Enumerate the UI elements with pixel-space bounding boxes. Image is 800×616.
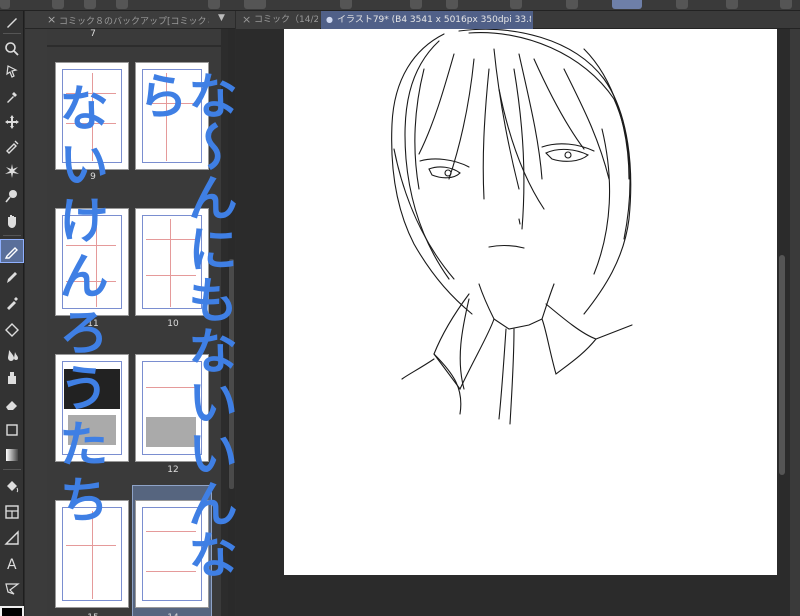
transform-icon[interactable] (410, 0, 422, 9)
page-manager-tab-label: コミック８のバックアップ[コミック８ (59, 17, 209, 27)
settings-icon[interactable] (566, 0, 578, 9)
balloon-icon[interactable] (1, 577, 23, 599)
canvas-scrollbar[interactable] (777, 29, 786, 616)
blend-icon[interactable] (1, 344, 23, 366)
page-thumbnail[interactable] (135, 208, 209, 316)
page-thumbnail[interactable] (55, 208, 129, 316)
frame-border-icon[interactable] (1, 501, 23, 523)
page-thumbnail[interactable] (135, 354, 209, 462)
tab-comic-label: コミック（14/22 (254, 15, 318, 25)
save-icon[interactable] (116, 0, 128, 9)
page-number: 11 (87, 319, 99, 329)
canvas-area[interactable] (236, 28, 800, 616)
app-window: A × コミック８のバックアップ[コミック８ ▼ 7 9 11 10 12 × … (0, 0, 800, 616)
eraser-block-icon[interactable] (1, 318, 23, 340)
zoom-icon[interactable] (1, 38, 23, 60)
drawing-canvas[interactable] (284, 28, 777, 575)
move-icon[interactable] (1, 111, 23, 133)
phone-icon[interactable] (676, 0, 688, 9)
menu-icon[interactable] (0, 0, 10, 9)
pencil-icon[interactable] (1, 266, 23, 288)
page-spread[interactable]: 11 10 (47, 193, 221, 339)
page-spread[interactable]: 15 14 (47, 485, 221, 616)
pen-ruler-icon[interactable] (1, 135, 23, 157)
tool-bar: A (0, 11, 24, 616)
more-icon[interactable] (780, 0, 792, 9)
brush-icon[interactable] (1, 11, 23, 33)
layout-toggle-icon[interactable] (612, 0, 642, 9)
text-icon[interactable]: A (1, 552, 23, 574)
clear-icon[interactable] (340, 0, 352, 9)
page-spread[interactable]: 9 (47, 47, 221, 193)
rectangle-icon[interactable] (1, 419, 23, 441)
document-tab-bar: × コミック（14/22 ● イラスト79* (B4 3541 x 5016px… (236, 11, 800, 29)
page-manager-panel: × コミック８のバックアップ[コミック８ ▼ 7 9 11 10 12 (25, 11, 243, 616)
page-thumbnail-list: 7 9 11 10 12 (47, 29, 243, 616)
lasso-fill-icon[interactable] (1, 185, 23, 207)
marker-icon[interactable] (1, 292, 23, 314)
auto-action-icon[interactable] (1, 160, 23, 182)
sketch-drawing (391, 28, 633, 425)
page-number: 7 (90, 29, 96, 39)
gradient-icon[interactable] (1, 444, 23, 466)
ruler-icon[interactable] (1, 527, 23, 549)
page-number: 10 (167, 319, 179, 329)
fill-bucket-icon[interactable] (1, 367, 23, 389)
svg-text:A: A (7, 557, 17, 571)
paint-bucket-icon[interactable] (1, 475, 23, 497)
page-thumbnail[interactable] (135, 500, 209, 608)
redo-icon[interactable] (244, 0, 266, 9)
page-thumbnail[interactable] (55, 500, 129, 608)
page-list-scrollbar[interactable] (228, 29, 235, 616)
page-thumbnail[interactable] (135, 62, 209, 170)
right-panel-edge (790, 29, 800, 616)
page-number: 9 (90, 172, 96, 182)
help-icon[interactable] (726, 0, 738, 9)
tab-illustration-label: イラスト79* (B4 3541 x 5016px 350dpi 33.8%) (337, 15, 531, 25)
hand-icon[interactable] (1, 210, 23, 232)
new-icon[interactable] (52, 0, 64, 9)
close-icon[interactable]: × (47, 13, 56, 26)
object-select-icon[interactable] (1, 61, 23, 83)
tab-comic[interactable]: × コミック（14/22 (236, 11, 320, 29)
page-thumbnail[interactable] (55, 62, 129, 170)
close-icon[interactable]: × (242, 11, 251, 29)
eyedropper-icon[interactable] (1, 86, 23, 108)
page-number: 12 (167, 465, 179, 475)
main-color-swatch[interactable] (0, 606, 24, 616)
page-manager-tab[interactable]: × コミック８のバックアップ[コミック８ ▼ (25, 11, 235, 29)
top-command-bar (0, 0, 800, 11)
deselect-icon[interactable] (510, 0, 522, 9)
undo-icon[interactable] (208, 0, 220, 9)
page-thumbnail[interactable] (55, 354, 129, 462)
eraser-icon[interactable] (1, 393, 23, 415)
page-spread[interactable]: 12 (47, 339, 221, 485)
tab-illustration[interactable]: ● イラスト79* (B4 3541 x 5016px 350dpi 33.8%… (321, 11, 533, 29)
pen-icon[interactable] (0, 239, 24, 263)
modified-dot-icon: ● (326, 15, 333, 24)
open-icon[interactable] (84, 0, 96, 9)
select-all-icon[interactable] (446, 0, 458, 9)
chevron-down-icon[interactable]: ▼ (218, 13, 225, 23)
page-spread[interactable]: 7 (47, 29, 221, 45)
